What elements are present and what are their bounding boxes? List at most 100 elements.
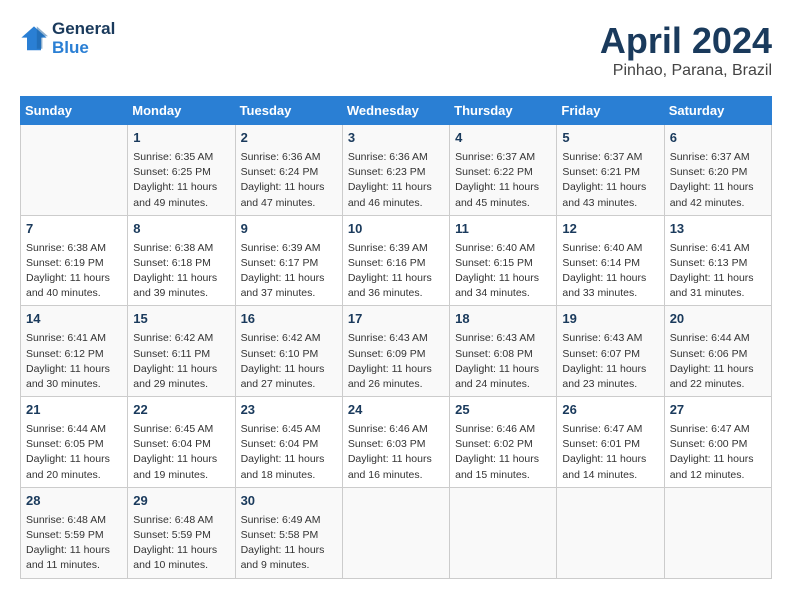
cell-info: Sunrise: 6:45 AM [133, 422, 229, 437]
cell-info: Daylight: 11 hours [133, 452, 229, 467]
cell-info: Sunset: 6:19 PM [26, 256, 122, 271]
cell-info: Sunrise: 6:46 AM [348, 422, 444, 437]
col-saturday: Saturday [664, 97, 771, 125]
cell-info: Sunrise: 6:38 AM [26, 241, 122, 256]
calendar-cell: 17Sunrise: 6:43 AMSunset: 6:09 PMDayligh… [342, 306, 449, 397]
col-friday: Friday [557, 97, 664, 125]
cell-info: Sunrise: 6:42 AM [133, 331, 229, 346]
cell-info: Sunset: 6:25 PM [133, 165, 229, 180]
week-row-5: 28Sunrise: 6:48 AMSunset: 5:59 PMDayligh… [21, 487, 772, 578]
calendar-cell: 16Sunrise: 6:42 AMSunset: 6:10 PMDayligh… [235, 306, 342, 397]
calendar-cell: 19Sunrise: 6:43 AMSunset: 6:07 PMDayligh… [557, 306, 664, 397]
day-number: 14 [26, 310, 122, 329]
cell-info: and 9 minutes. [241, 558, 337, 573]
calendar-cell: 12Sunrise: 6:40 AMSunset: 6:14 PMDayligh… [557, 215, 664, 306]
day-number: 30 [241, 492, 337, 511]
cell-info: Daylight: 11 hours [562, 452, 658, 467]
calendar-cell: 4Sunrise: 6:37 AMSunset: 6:22 PMDaylight… [450, 125, 557, 216]
cell-info: and 27 minutes. [241, 377, 337, 392]
cell-info: Sunrise: 6:49 AM [241, 513, 337, 528]
cell-info: and 20 minutes. [26, 468, 122, 483]
cell-info: Sunset: 6:20 PM [670, 165, 766, 180]
day-number: 1 [133, 129, 229, 148]
cell-info: Sunrise: 6:46 AM [455, 422, 551, 437]
day-number: 24 [348, 401, 444, 420]
cell-info: and 33 minutes. [562, 286, 658, 301]
logo-general: General [52, 20, 115, 39]
cell-info: Daylight: 11 hours [26, 543, 122, 558]
cell-info: Daylight: 11 hours [455, 271, 551, 286]
cell-info: Sunrise: 6:48 AM [133, 513, 229, 528]
cell-info: Sunset: 5:59 PM [26, 528, 122, 543]
day-number: 9 [241, 220, 337, 239]
cell-info: Sunset: 6:23 PM [348, 165, 444, 180]
calendar-cell: 15 Sunrise: 6:42 AMSunset: 6:11 PMDayligh… [128, 306, 235, 397]
cell-info: and 18 minutes. [241, 468, 337, 483]
cell-info: Sunset: 6:02 PM [455, 437, 551, 452]
calendar-cell: 26Sunrise: 6:47 AMSunset: 6:01 PMDayligh… [557, 397, 664, 488]
cell-info: Sunrise: 6:35 AM [133, 150, 229, 165]
day-number: 4 [455, 129, 551, 148]
day-number: 20 [670, 310, 766, 329]
cell-info: and 37 minutes. [241, 286, 337, 301]
cell-info: Sunset: 5:59 PM [133, 528, 229, 543]
cell-info: and 24 minutes. [455, 377, 551, 392]
cell-info: and 34 minutes. [455, 286, 551, 301]
cell-info: Sunrise: 6:43 AM [348, 331, 444, 346]
week-row-1: 1 Sunrise: 6:35 AMSunset: 6:25 PM Daylight… [21, 125, 772, 216]
day-number: 17 [348, 310, 444, 329]
day-number: 23 [241, 401, 337, 420]
cell-info: and 12 minutes. [670, 468, 766, 483]
cell-info: Daylight: 11 hours [241, 271, 337, 286]
day-number: 21 [26, 401, 122, 420]
cell-info: Sunset: 6:24 PM [241, 165, 337, 180]
cell-info: Sunrise: 6:44 AM [26, 422, 122, 437]
cell-info: Daylight: 11 hours [133, 271, 229, 286]
cell-info: and 39 minutes. [133, 286, 229, 301]
cell-info: Sunrise: 6:39 AM [241, 241, 337, 256]
cell-info: and 42 minutes. [670, 196, 766, 211]
cell-info: Daylight: 11 hours [26, 271, 122, 286]
calendar-cell: 10Sunrise: 6:39 AMSunset: 6:16 PMDayligh… [342, 215, 449, 306]
cell-info: Daylight: 11 hours [348, 452, 444, 467]
cell-info: Daylight: 11 hours [348, 271, 444, 286]
cell-info: Sunset: 5:58 PM [241, 528, 337, 543]
cell-info: Sunrise: 6:39 AM [348, 241, 444, 256]
cell-info: Sunrise: 6:37 AM [670, 150, 766, 165]
day-number: 12 [562, 220, 658, 239]
cell-info: Sunset: 6:11 PM [133, 347, 229, 362]
month-title: April 2024 [600, 20, 772, 62]
cell-info: and 23 minutes. [562, 377, 658, 392]
cell-info: and 31 minutes. [670, 286, 766, 301]
calendar-cell [664, 487, 771, 578]
col-tuesday: Tuesday [235, 97, 342, 125]
cell-info: Daylight: 11 hours [455, 180, 551, 195]
cell-info: Daylight: 11 hours [348, 180, 444, 195]
cell-info: Sunrise: 6:36 AM [241, 150, 337, 165]
cell-info: and 22 minutes. [670, 377, 766, 392]
cell-info: and 46 minutes. [348, 196, 444, 211]
cell-info: Sunset: 6:15 PM [455, 256, 551, 271]
day-number: 2 [241, 129, 337, 148]
day-number: 22 [133, 401, 229, 420]
col-sunday: Sunday [21, 97, 128, 125]
cell-info: Sunset: 6:21 PM [562, 165, 658, 180]
cell-info: Sunset: 6:04 PM [241, 437, 337, 452]
cell-info: Sunset: 6:18 PM [133, 256, 229, 271]
cell-info: and 45 minutes. [455, 196, 551, 211]
calendar-cell: 24Sunrise: 6:46 AMSunset: 6:03 PMDayligh… [342, 397, 449, 488]
day-number: 29 [133, 492, 229, 511]
cell-info: Sunrise: 6:45 AM [241, 422, 337, 437]
calendar-cell: 9Sunrise: 6:39 AMSunset: 6:17 PMDaylight… [235, 215, 342, 306]
calendar-cell [21, 125, 128, 216]
day-number: 15 [133, 310, 229, 329]
cell-info: Daylight: 11 hours [133, 362, 229, 377]
cell-info: Daylight: 11 hours [455, 452, 551, 467]
cell-info: Daylight: 11 hours [26, 362, 122, 377]
calendar-cell: 20Sunrise: 6:44 AMSunset: 6:06 PMDayligh… [664, 306, 771, 397]
cell-info: Sunset: 6:08 PM [455, 347, 551, 362]
calendar-cell: 7Sunrise: 6:38 AMSunset: 6:19 PMDaylight… [21, 215, 128, 306]
cell-info: Sunrise: 6:44 AM [670, 331, 766, 346]
day-number: 28 [26, 492, 122, 511]
week-row-2: 7Sunrise: 6:38 AMSunset: 6:19 PMDaylight… [21, 215, 772, 306]
